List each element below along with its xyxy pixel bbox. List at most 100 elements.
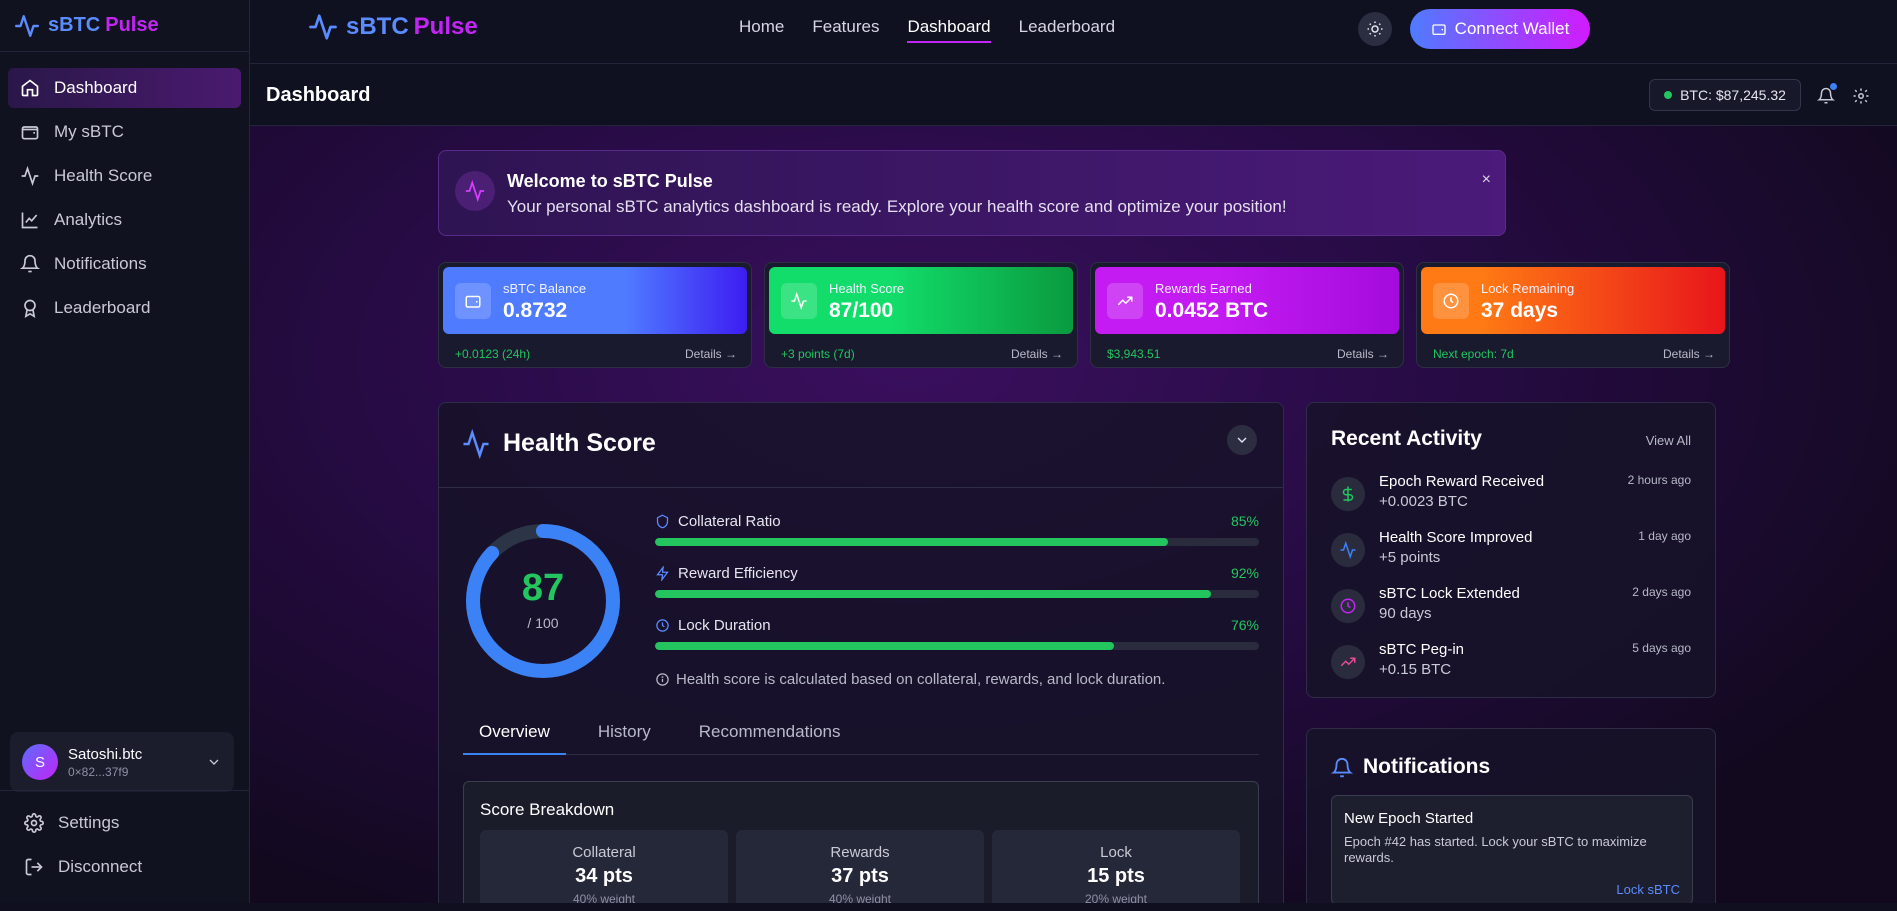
sidebar-item-leaderboard[interactable]: Leaderboard	[8, 288, 241, 328]
activity-icon	[21, 166, 39, 186]
progress-fill	[655, 590, 1211, 598]
wallet-icon	[21, 126, 39, 140]
divider	[439, 487, 1283, 488]
collapse-button[interactable]	[1227, 425, 1257, 455]
details-link[interactable]: Details →	[1663, 347, 1715, 361]
topnav-home[interactable]: Home	[739, 17, 784, 43]
welcome-title: Welcome to sBTC Pulse	[507, 171, 713, 191]
topbar-logo[interactable]: sBTC Pulse	[308, 12, 478, 42]
topnav-dashboard[interactable]: Dashboard	[907, 17, 991, 43]
bolt-icon	[656, 566, 669, 581]
settings-icon-button[interactable]	[1846, 81, 1876, 111]
stat-change: Next epoch: 7d	[1433, 347, 1514, 361]
breakdown-weight: 40% weight	[828, 892, 892, 903]
progress-fill	[655, 642, 1115, 650]
logo-text-sbtc: sBTC	[346, 13, 409, 40]
tab-recommendations[interactable]: Recommendations	[683, 719, 857, 755]
logo-text-pulse: Pulse	[413, 13, 478, 40]
status-dot	[1664, 91, 1673, 99]
btc-price-badge: BTC: $87,245.32	[1649, 79, 1801, 111]
breakdown-title: Score Breakdown	[480, 800, 615, 819]
topnav-leaderboard[interactable]: Leaderboard	[1019, 17, 1115, 43]
disconnect-button[interactable]: Disconnect	[8, 847, 242, 887]
activity-item[interactable]: sBTC Lock Extended 90 days 2 days ago	[1331, 585, 1691, 635]
user-name: Satoshi.btc	[68, 745, 143, 763]
gear-icon	[24, 813, 44, 833]
note-text: Health score is calculated based on coll…	[676, 671, 1166, 688]
notifications-button[interactable]	[1811, 81, 1841, 111]
stat-card-header: Health Score 87/100	[769, 267, 1073, 334]
tab-overview[interactable]: Overview	[463, 719, 566, 755]
view-all-link[interactable]: View All	[1646, 433, 1691, 448]
recent-activity-title: Recent Activity	[1331, 427, 1482, 450]
sidebar-item-health-score[interactable]: Health Score	[8, 156, 241, 196]
pulse-logo-icon	[14, 14, 40, 37]
breakdown-value: 37 pts	[831, 865, 889, 887]
notifications-title: Notifications	[1363, 755, 1491, 778]
info-icon	[656, 673, 669, 686]
clock-icon	[1433, 283, 1469, 319]
health-score-note: Health score is calculated based on coll…	[655, 671, 1165, 688]
sidebar-item-label: Analytics	[54, 210, 123, 229]
details-link[interactable]: Details →	[685, 347, 737, 361]
notification-dot	[1830, 83, 1837, 90]
activity-title: sBTC Lock Extended	[1379, 585, 1520, 602]
activity-time: 1 day ago	[1638, 529, 1691, 543]
recent-activity-card: Recent Activity View All Epoch Reward Re…	[1306, 402, 1716, 698]
breakdown-collateral: Collateral 34 pts 40% weight	[480, 830, 728, 903]
activity-item[interactable]: Epoch Reward Received +0.0023 BTC 2 hour…	[1331, 473, 1691, 523]
bell-icon	[20, 254, 40, 273]
stat-card-header: sBTC Balance 0.8732	[443, 267, 747, 334]
stat-change: +0.0123 (24h)	[455, 347, 531, 361]
progress-fill	[655, 538, 1169, 546]
activity-time: 2 days ago	[1632, 585, 1691, 599]
activity-item[interactable]: Health Score Improved +5 points 1 day ag…	[1331, 529, 1691, 579]
user-info: Satoshi.btc 0×82...37f9	[68, 746, 142, 779]
tab-history[interactable]: History	[582, 719, 667, 755]
sidebar-item-dashboard[interactable]: Dashboard	[8, 68, 241, 108]
theme-toggle-button[interactable]	[1358, 12, 1392, 46]
metric-lock-duration: Lock Duration 76%	[655, 617, 1259, 650]
sidebar-item-label: Dashboard	[54, 78, 138, 97]
metric-percent: 85%	[1230, 513, 1259, 529]
health-score-title: Health Score	[503, 429, 656, 457]
metric-label: Lock Duration	[678, 617, 771, 634]
stat-value: 0.0452 BTC	[1155, 299, 1269, 322]
breakdown-weight: 20% weight	[1084, 892, 1148, 903]
notifications-card: Notifications New Epoch Started Epoch #4…	[1306, 728, 1716, 903]
sidebar-logo[interactable]: sBTC Pulse	[0, 0, 249, 52]
score-value: 87	[521, 567, 565, 609]
activity-icon	[781, 283, 817, 319]
lock-sbtc-link[interactable]: Lock sBTC	[1616, 882, 1680, 897]
metric-percent: 76%	[1230, 617, 1259, 633]
stat-card-header: Rewards Earned 0.0452 BTC	[1095, 267, 1399, 334]
sidebar-item-my-sbtc[interactable]: My sBTC	[8, 112, 241, 152]
sidebar-nav: Dashboard My sBTC Health Score Analytics…	[0, 52, 249, 348]
user-card[interactable]: S Satoshi.btc 0×82...37f9	[10, 732, 234, 792]
wallet-icon	[455, 283, 491, 319]
details-link[interactable]: Details →	[1011, 347, 1063, 361]
notification-title: New Epoch Started	[1344, 810, 1474, 827]
connect-wallet-button[interactable]: Connect Wallet	[1410, 9, 1590, 49]
sidebar-item-notifications[interactable]: Notifications	[8, 244, 241, 284]
details-link[interactable]: Details →	[1337, 347, 1389, 361]
sidebar-item-label: My sBTC	[54, 122, 124, 141]
top-nav: Home Features Dashboard Leaderboard	[739, 17, 1115, 43]
breakdown-name: Collateral	[572, 844, 636, 861]
settings-button[interactable]: Settings	[8, 803, 242, 843]
health-score-ring: 87 / 100	[463, 521, 623, 681]
stat-card-lock-remaining: Lock Remaining 37 days Next epoch: 7d De…	[1416, 262, 1730, 368]
stat-card-health-score: Health Score 87/100 +3 points (7d) Detai…	[764, 262, 1078, 368]
connect-wallet-label: Connect Wallet	[1454, 19, 1570, 38]
notification-item: New Epoch Started Epoch #42 has started.…	[1331, 795, 1693, 903]
topnav-features[interactable]: Features	[812, 17, 879, 43]
activity-item[interactable]: sBTC Peg-in +0.15 BTC 5 days ago	[1331, 641, 1691, 691]
activity-icon	[463, 429, 489, 459]
logout-icon	[25, 858, 43, 876]
breakdown-name: Rewards	[830, 844, 890, 861]
close-icon[interactable]: ×	[1482, 171, 1491, 189]
btc-price: BTC: $87,245.32	[1680, 87, 1786, 103]
sidebar-item-analytics[interactable]: Analytics	[8, 200, 241, 240]
chevron-down-icon[interactable]	[206, 754, 222, 770]
wallet-icon	[1432, 24, 1446, 35]
